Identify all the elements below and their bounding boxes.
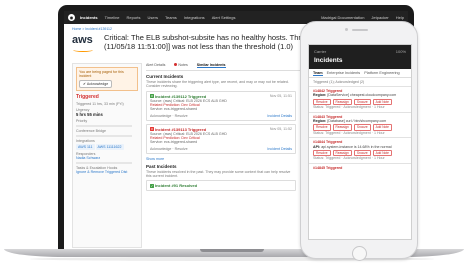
incident-badge: # Incident #139113 Triggered (150, 127, 206, 132)
resolve-link[interactable]: Resolve (175, 147, 188, 151)
nav-alert-settings[interactable]: Alert Settings (212, 15, 236, 20)
app-logo-icon[interactable]: ◉ (68, 14, 75, 21)
priority-label: Priority (76, 119, 88, 124)
urgency-value: 5 hrs 55 mins (76, 112, 103, 118)
phone-incident-id[interactable]: #14845 Triggered (313, 166, 407, 170)
aws-logo-text: aws (72, 34, 93, 46)
phone-status-carrier: Carrier (314, 49, 327, 54)
phone-region-value: api.system-instance is 14.68% in the nor… (321, 144, 392, 149)
phone-region-value: [DataService] cheapest.cloudcompany.com (327, 93, 397, 98)
phone-meta: Acknowledgment (343, 130, 371, 135)
status-sub: Triggered 11 hrs, 33 min (FYI) (76, 102, 124, 107)
acknowledge-button[interactable]: ✔ Acknowledge (79, 79, 113, 89)
phone-filter[interactable]: Triggered (1); Acknowledged (2) (309, 78, 411, 86)
acknowledge-button-label: Acknowledge (86, 81, 109, 86)
phone-status-battery: 100% (395, 49, 406, 54)
nav-incidents[interactable]: Incidents (80, 15, 98, 20)
incident-status-icon: # (150, 127, 154, 132)
phone-region-label: Region: (313, 93, 327, 98)
nav-help[interactable]: Help (396, 15, 404, 20)
phone-region-value: [Database] curl / bin/shcompany.com (327, 119, 387, 124)
phone-meta: Acknowledgment (343, 105, 371, 110)
status-title: Triggered (76, 94, 99, 101)
nav-teams[interactable]: Teams (165, 15, 177, 20)
tasks-link[interactable]: Ignore & Remove Triggered Dist (76, 170, 138, 174)
phone-tab-platform[interactable]: Platform Engineering (364, 71, 399, 76)
tab-similar-incidents[interactable]: Similar Incidents (196, 63, 226, 68)
phone-tab-team[interactable]: Team (313, 71, 323, 76)
nav-timeline[interactable]: Timeline (105, 15, 120, 20)
nav-reports[interactable]: Reports (127, 15, 141, 20)
incident-card-title[interactable]: Incident #139113 Triggered (155, 127, 206, 132)
phone-frame: Carrier 100% Incidents Team Enterprise I… (300, 21, 418, 261)
nav-integrations[interactable]: Integrations (184, 15, 205, 20)
tab-notes[interactable]: Notes (174, 63, 188, 68)
incident-card-time: Nov 05, 11:52 (269, 126, 292, 131)
phone-tab-enterprise[interactable]: Enterprise Incidents (327, 71, 361, 76)
incident-details-link[interactable]: Incident Details (267, 114, 292, 118)
phone-incident-card[interactable]: #14845 Triggered (309, 162, 411, 172)
phone-meta: 1 Hour (373, 105, 385, 110)
phone-region-label: Region: (313, 119, 327, 124)
phone-screen: Carrier 100% Incidents Team Enterprise I… (308, 44, 412, 240)
integration-chip[interactable]: AWS 11111622 (95, 144, 124, 151)
integrations-label: Integrations (76, 139, 95, 144)
phone-meta: Status: Triggered (313, 130, 341, 135)
incident-card-line: Service: ecs-triggered-shared (150, 140, 198, 145)
incident-status-icon: # (150, 94, 154, 99)
bridge-label: Conference Bridge (76, 129, 106, 134)
phone-tabs: Team Enterprise Incidents Platform Engin… (309, 69, 411, 78)
phone-incident-card[interactable]: #14843 Triggered Region: [Database] curl… (309, 111, 411, 138)
phone-speaker (352, 29, 368, 31)
incident-sidebar: You are being paged for this incident ✔ … (72, 63, 142, 248)
divider (76, 125, 132, 128)
breadcrumb[interactable]: Home > Incident #139112 (72, 27, 112, 31)
phone-meta: 1 Hour (373, 156, 385, 161)
phone-region-label: API: (313, 144, 321, 149)
divider (76, 162, 132, 165)
nav-user-menu[interactable]: Jetpacker (371, 15, 388, 20)
responder-link[interactable]: Nadia Schwarz (76, 156, 138, 160)
incident-details-link[interactable]: Incident Details (267, 147, 292, 151)
laptop-notch (200, 249, 264, 252)
nav-users[interactable]: Users (148, 15, 158, 20)
acknowledge-link[interactable]: Acknowledge (150, 114, 171, 118)
phone-incident-card[interactable]: #14842 Triggered Region: [DataService] c… (309, 86, 411, 112)
integration-chip[interactable]: AWS 111 (76, 144, 95, 151)
incident-card[interactable]: # Incident #139112 Triggered Nov 05, 11:5… (146, 90, 296, 121)
tab-alert-details[interactable]: Alert Details (146, 63, 165, 68)
phone-home-button[interactable] (352, 246, 367, 261)
past-incident-card[interactable]: ✓ Incident #91 Resolved (146, 180, 296, 192)
tab-notes-label: Notes (178, 63, 188, 67)
phone-meta: Status: Triggered (313, 105, 341, 110)
incident-card-time: Nov 05, 11:51 (269, 93, 292, 98)
phone-title: Incidents (314, 57, 343, 64)
paging-notice-text: You are being paged for this incident (79, 70, 124, 79)
aws-smile-icon (73, 48, 93, 52)
paging-notice: You are being paged for this incident ✔ … (76, 67, 138, 92)
current-incidents-title: Current Incidents (146, 74, 184, 79)
phone-camera (345, 28, 348, 31)
nav-documentation[interactable]: Madrigal Documentation (321, 15, 364, 20)
past-incidents-desc: These incidents resolved in the past. Th… (146, 169, 291, 178)
notes-count-badge (174, 63, 178, 66)
aws-logo: aws (72, 34, 98, 52)
phone-meta: Acknowledgment (343, 156, 371, 161)
incident-card[interactable]: # Incident #139113 Triggered Nov 05, 11:5… (146, 123, 296, 154)
incident-status-icon: ✓ (150, 183, 154, 188)
divider (76, 135, 132, 138)
resolve-link[interactable]: Resolve (175, 114, 188, 118)
phone-meta: 1 Hour (373, 130, 385, 135)
phone-meta: Status: Triggered (313, 156, 341, 161)
past-incident-title[interactable]: Incident #91 Resolved (155, 183, 197, 188)
acknowledge-link[interactable]: Acknowledge (150, 147, 171, 151)
incident-card-line: Service: ecs-triggered-shared (150, 107, 198, 112)
incident-badge: ✓ Incident #91 Resolved (150, 183, 197, 188)
phone-incident-card[interactable]: #14844 Triggered API: api.system-instanc… (309, 137, 411, 163)
phone-header: Carrier 100% Incidents (309, 45, 411, 69)
current-incidents-desc: These incidents share the triggering ale… (146, 80, 289, 89)
